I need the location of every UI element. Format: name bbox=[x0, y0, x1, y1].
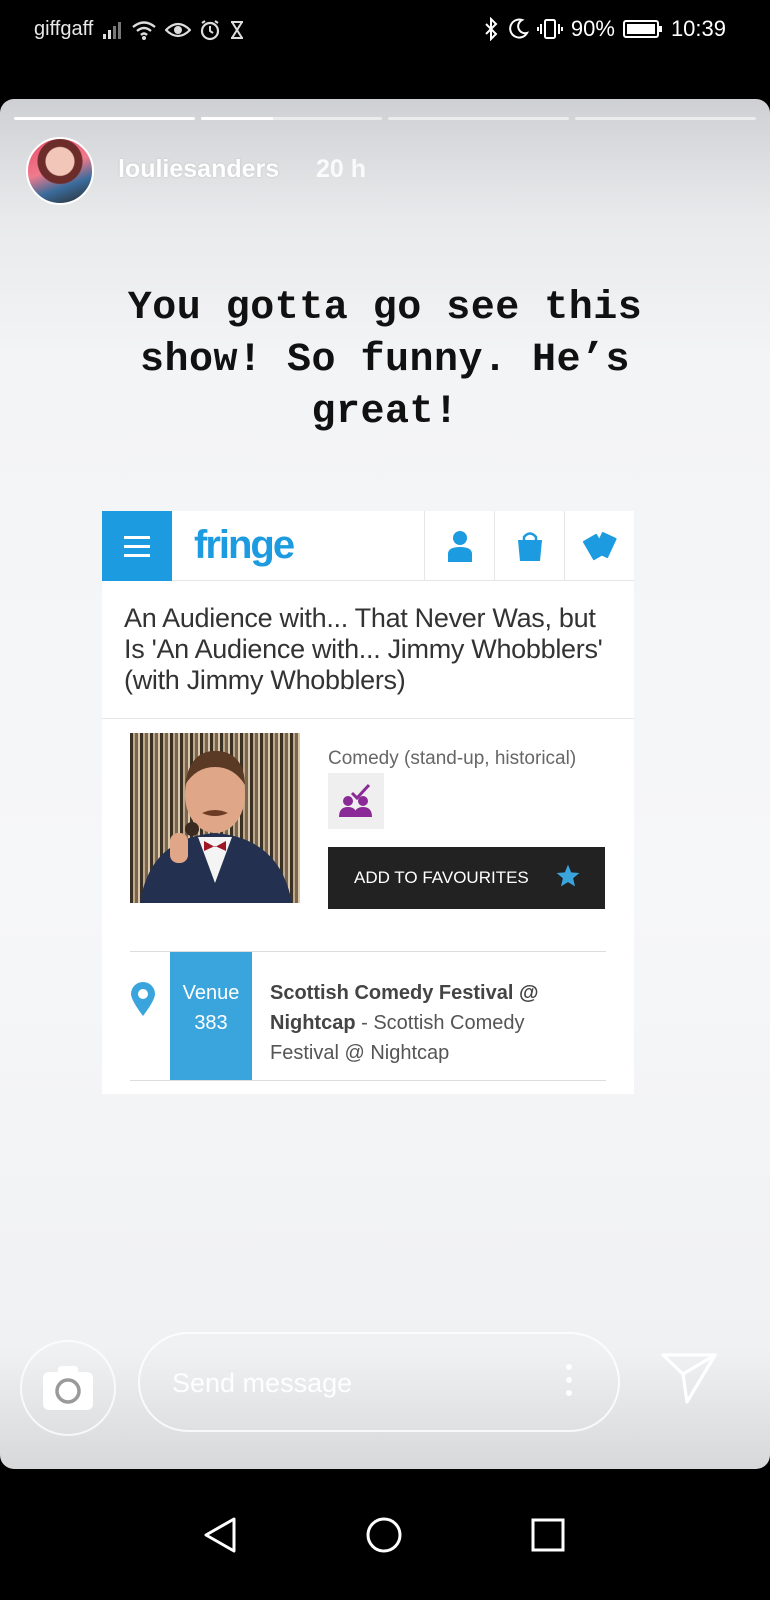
progress-segment bbox=[14, 117, 195, 120]
venue-separator: - bbox=[355, 1012, 374, 1034]
more-options-icon[interactable] bbox=[566, 1364, 572, 1396]
performer-photo bbox=[130, 733, 300, 903]
battery-icon bbox=[622, 19, 663, 39]
status-right: 90% 10:39 bbox=[483, 16, 726, 42]
tickets-icon bbox=[564, 511, 634, 581]
story-card[interactable]: louliesanders 20 h You gotta go see this… bbox=[0, 99, 770, 1469]
venue-box: Venue 383 bbox=[170, 952, 252, 1080]
vibrate-icon bbox=[536, 18, 563, 40]
show-title: An Audience with... That Never Was, but … bbox=[124, 603, 603, 695]
direct-share-icon[interactable] bbox=[660, 1351, 718, 1410]
story-time-ago: 20 h bbox=[316, 155, 367, 183]
star-icon bbox=[555, 863, 581, 894]
venue-label: Venue bbox=[182, 982, 240, 1004]
back-icon[interactable] bbox=[198, 1513, 242, 1557]
home-icon[interactable] bbox=[362, 1513, 406, 1557]
battery-percent: 90% bbox=[570, 16, 615, 41]
venue-number: 383 bbox=[194, 1012, 228, 1034]
moon-icon bbox=[507, 18, 529, 40]
progress-fill bbox=[201, 117, 274, 120]
fringe-header: fringe bbox=[102, 511, 634, 581]
avatar[interactable] bbox=[26, 137, 94, 205]
divider bbox=[102, 718, 634, 719]
user-icon bbox=[424, 511, 494, 581]
progress-segment bbox=[388, 117, 569, 120]
status-left: giffgaff bbox=[34, 18, 245, 41]
show-genre: Comedy (stand-up, historical) bbox=[328, 748, 577, 769]
clock: 10:39 bbox=[670, 16, 726, 41]
wifi-icon bbox=[131, 19, 157, 41]
signal-icon bbox=[101, 20, 123, 40]
eye-icon bbox=[165, 20, 192, 40]
add-to-favourites-button: ADD TO FAVOURITES bbox=[328, 847, 605, 909]
carrier-label: giffgaff bbox=[34, 18, 94, 40]
send-message-placeholder: Send message bbox=[172, 1368, 353, 1398]
story-progress bbox=[14, 117, 756, 120]
add-to-favourites-label: ADD TO FAVOURITES bbox=[354, 868, 529, 887]
bag-icon bbox=[494, 511, 564, 581]
venue-details: Scottish Comedy Festival @ Nightcap - Sc… bbox=[270, 978, 590, 1068]
fringe-screenshot: fringe An Audience with... That Never Wa… bbox=[102, 511, 634, 1094]
fringe-logo: fringe bbox=[194, 523, 295, 567]
send-message-input[interactable]: Send message bbox=[138, 1332, 620, 1432]
location-pin-icon bbox=[130, 981, 156, 1022]
navigation-bar bbox=[0, 1469, 770, 1600]
audience-check-icon bbox=[328, 773, 384, 829]
recents-icon[interactable] bbox=[526, 1513, 570, 1557]
camera-icon bbox=[43, 1366, 93, 1410]
hourglass-icon bbox=[229, 20, 245, 40]
alarm-icon bbox=[199, 19, 221, 41]
divider bbox=[130, 1080, 606, 1081]
story-caption: You gotta go see this show! So funny. He… bbox=[127, 286, 643, 435]
story-username[interactable]: louliesanders bbox=[118, 155, 279, 184]
menu-icon bbox=[102, 511, 172, 581]
bluetooth-icon bbox=[483, 17, 499, 41]
progress-segment bbox=[575, 117, 756, 120]
progress-segment bbox=[201, 117, 382, 120]
progress-fill bbox=[14, 117, 195, 120]
screen: giffgaff 90% 10:39 louliesanders 20 h Yo… bbox=[0, 0, 770, 1600]
camera-button[interactable] bbox=[20, 1340, 116, 1436]
status-bar: giffgaff 90% 10:39 bbox=[0, 0, 770, 62]
